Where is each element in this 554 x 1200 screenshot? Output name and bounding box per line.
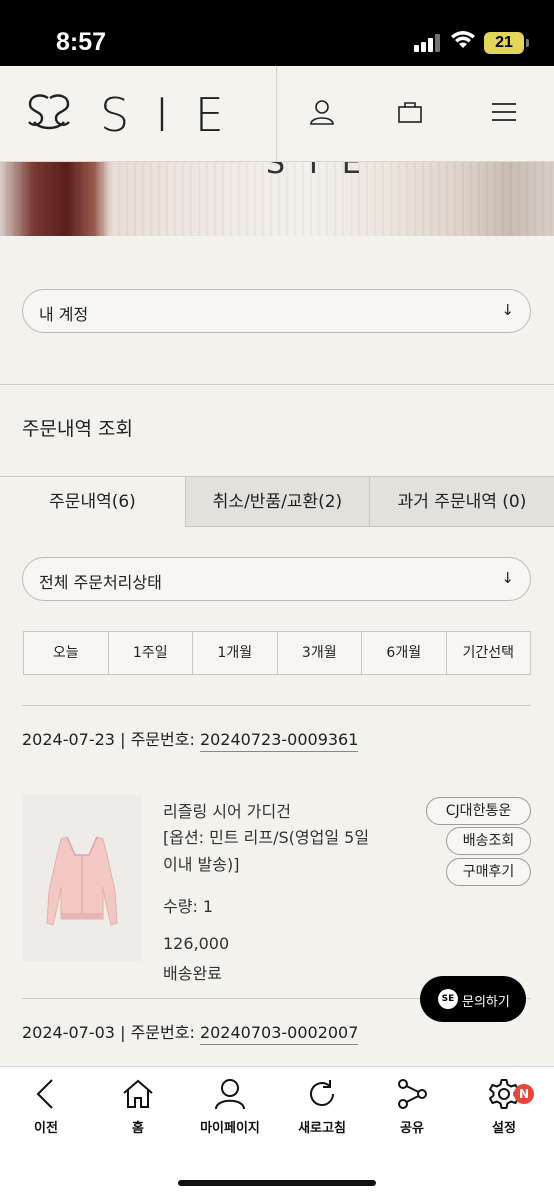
product-price: 126,000 bbox=[163, 934, 230, 953]
order-header: 2024-07-23 | 주문번호: 20240723-0009361 bbox=[22, 726, 359, 752]
tab-orders[interactable]: 주문내역(6) bbox=[0, 476, 185, 527]
nav-back[interactable]: 이전 bbox=[0, 1077, 92, 1136]
product-option-line2: 이내 발송)] bbox=[163, 855, 240, 874]
signal-icon bbox=[414, 34, 440, 52]
order-number-link[interactable]: 20240703-0002007 bbox=[199, 1023, 359, 1045]
home-icon bbox=[123, 1079, 153, 1108]
bag-icon[interactable] bbox=[396, 98, 424, 126]
period-selector: 오늘 1주일 1개월 3개월 6개월 기간선택 bbox=[23, 631, 531, 675]
wifi-icon bbox=[451, 31, 475, 48]
write-review-button[interactable]: 구매후기 bbox=[446, 858, 531, 886]
courier-button[interactable]: CJ대한통운 bbox=[426, 797, 531, 825]
banner-text: SIE bbox=[266, 162, 385, 181]
home-indicator bbox=[178, 1180, 376, 1186]
brand-name[interactable]: SIE bbox=[100, 88, 250, 142]
divider bbox=[0, 384, 554, 385]
arrow-down-icon: ↓ bbox=[501, 301, 514, 319]
share-icon bbox=[398, 1079, 427, 1109]
hero-banner: SIE bbox=[0, 162, 554, 236]
account-select[interactable]: 내 계정 ↓ bbox=[22, 289, 531, 333]
period-3months[interactable]: 3개월 bbox=[276, 632, 362, 674]
period-custom[interactable]: 기간선택 bbox=[445, 632, 531, 674]
account-select-label: 내 계정 bbox=[39, 305, 89, 324]
page-title: 주문내역 조회 bbox=[22, 418, 133, 440]
nav-share[interactable]: 공유 bbox=[366, 1077, 458, 1136]
site-header: SIE bbox=[0, 66, 554, 162]
nav-back-label: 이전 bbox=[34, 1121, 58, 1136]
inquiry-label: 문의하기 bbox=[462, 995, 510, 1010]
tab-cancel-return[interactable]: 취소/반품/교환(2) bbox=[185, 476, 369, 527]
order-number-label: 주문번호: bbox=[130, 1023, 195, 1042]
product-quantity: 수량: 1 bbox=[163, 897, 214, 916]
product-image[interactable] bbox=[23, 795, 141, 961]
order-separator: | bbox=[120, 1023, 131, 1042]
user-icon[interactable] bbox=[308, 98, 336, 126]
nav-home-label: 홈 bbox=[132, 1121, 144, 1136]
notification-badge: N bbox=[514, 1084, 534, 1104]
status-time: 8:57 bbox=[56, 28, 107, 56]
nav-settings[interactable]: 설정 bbox=[458, 1077, 550, 1136]
divider bbox=[22, 705, 531, 706]
nav-share-label: 공유 bbox=[400, 1121, 424, 1136]
period-6months[interactable]: 6개월 bbox=[361, 632, 446, 674]
period-today[interactable]: 오늘 bbox=[24, 632, 108, 674]
order-number-label: 주문번호: bbox=[130, 730, 195, 749]
period-1week[interactable]: 1주일 bbox=[107, 632, 193, 674]
order-separator: | bbox=[120, 730, 131, 749]
track-delivery-button[interactable]: 배송조회 bbox=[446, 827, 531, 855]
inquiry-button[interactable]: SE 문의하기 bbox=[420, 976, 526, 1022]
order-date: 2024-07-03 bbox=[22, 1023, 115, 1042]
order-status-select[interactable]: 전체 주문처리상태 ↓ bbox=[22, 557, 531, 601]
nav-refresh-label: 새로고침 bbox=[298, 1121, 346, 1136]
nav-mypage-label: 마이페이지 bbox=[200, 1121, 260, 1136]
order-status-label: 전체 주문처리상태 bbox=[39, 573, 162, 592]
order-header: 2024-07-03 | 주문번호: 20240703-0002007 bbox=[22, 1019, 359, 1045]
period-1month[interactable]: 1개월 bbox=[192, 632, 277, 674]
status-bar: 8:57 21 bbox=[0, 0, 554, 66]
delivery-status: 배송완료 bbox=[163, 964, 222, 983]
cardigan-image bbox=[23, 795, 141, 961]
order-number-link[interactable]: 20240723-0009361 bbox=[199, 730, 359, 752]
menu-icon[interactable] bbox=[490, 98, 518, 126]
order-tabs: 주문내역(6) 취소/반품/교환(2) 과거 주문내역 (0) bbox=[0, 476, 554, 527]
refresh-icon bbox=[310, 1080, 334, 1106]
nav-home[interactable]: 홈 bbox=[92, 1077, 184, 1136]
product-name[interactable]: 리즐링 시어 가디건 bbox=[163, 798, 291, 822]
battery-tip bbox=[526, 39, 529, 47]
nav-mypage[interactable]: 마이페이지 bbox=[184, 1077, 276, 1136]
arrow-down-icon: ↓ bbox=[501, 569, 514, 587]
header-divider bbox=[276, 66, 277, 162]
nav-settings-label: 설정 bbox=[492, 1121, 516, 1136]
back-icon bbox=[36, 1079, 53, 1109]
product-option-line1: [옵션: 민트 리프/S(영업일 5일 bbox=[163, 828, 370, 847]
tab-past-orders[interactable]: 과거 주문내역 (0) bbox=[369, 476, 554, 527]
battery-icon: 21 bbox=[484, 32, 524, 54]
chat-logo-icon: SE bbox=[438, 989, 458, 1009]
brand-logo-icon[interactable] bbox=[26, 92, 72, 132]
person-icon bbox=[215, 1079, 245, 1110]
order-date: 2024-07-23 bbox=[22, 730, 115, 749]
nav-refresh[interactable]: 새로고침 bbox=[276, 1077, 368, 1136]
